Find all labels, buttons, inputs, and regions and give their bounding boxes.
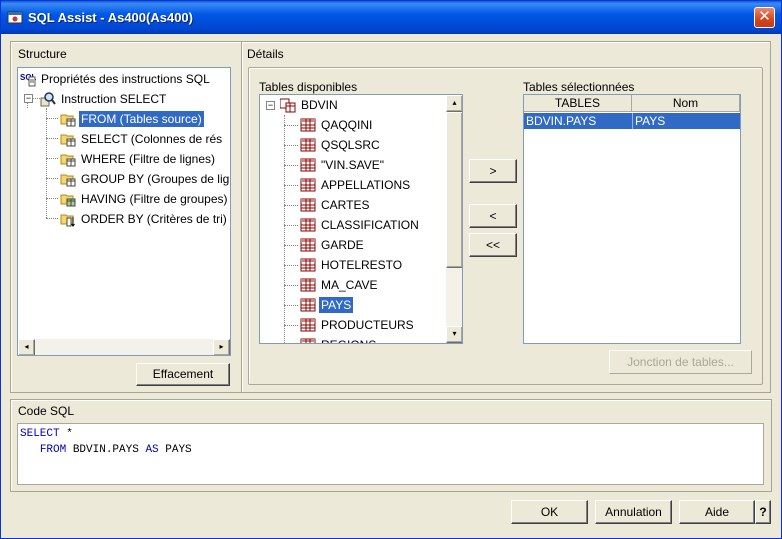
sql-line-1: SELECT * (20, 428, 73, 440)
table-icon (300, 277, 316, 293)
library-node[interactable]: BDVIN (279, 96, 340, 114)
table-item[interactable]: PRODUCTEURS (300, 316, 416, 334)
table-item-label: PAYS (319, 297, 354, 313)
table-item-label: CARTES (321, 198, 370, 212)
table-item[interactable]: PAYS (300, 296, 354, 314)
table-icon (300, 137, 316, 153)
clear-button[interactable]: Effacement (136, 363, 230, 386)
table-item-label: PRODUCTEURS (321, 318, 414, 332)
column-header-name[interactable]: Nom (632, 95, 740, 112)
close-icon: ✕ (758, 8, 771, 25)
table-icon (300, 337, 316, 343)
table-item-label: QSQLSRC (321, 138, 380, 152)
table-item[interactable]: HOTELRESTO (300, 256, 404, 274)
table-item[interactable]: "VIN.SAVE" (300, 156, 386, 174)
join-tables-button[interactable]: Jonction de tables... (609, 350, 752, 374)
sql-code-label: Code SQL (18, 404, 75, 418)
window-title: SQL Assist - As400(As400) (28, 10, 193, 25)
folder-table-icon (60, 131, 76, 147)
remove-all-tables-button[interactable]: << (469, 233, 517, 257)
ok-button[interactable]: OK (511, 500, 588, 524)
table-item[interactable]: CARTES (300, 196, 371, 214)
selected-tables-label: Tables sélectionnées (523, 80, 635, 94)
scroll-left-icon[interactable]: ◂ (18, 339, 35, 355)
collapse-toggle[interactable]: − (24, 94, 33, 103)
table-row[interactable]: BDVIN.PAYS PAYS (524, 113, 740, 129)
folder-table-icon (60, 171, 76, 187)
table-item[interactable]: QAQQINI (300, 116, 374, 134)
table-icon (300, 237, 316, 253)
table-item-label: HOTELRESTO (321, 258, 403, 272)
folder-table-icon (60, 111, 76, 127)
structure-label: Structure (18, 47, 67, 61)
database-icon (279, 97, 296, 113)
details-label: Détails (247, 47, 284, 61)
scroll-right-icon[interactable]: ▸ (213, 339, 230, 355)
table-item[interactable]: REGIONS (300, 336, 378, 343)
table-icon (300, 217, 316, 233)
table-item[interactable]: CLASSIFICATION (300, 216, 421, 234)
folder-sort-icon (60, 211, 76, 227)
folder-table-icon (60, 151, 76, 167)
table-icon (300, 177, 316, 193)
table-icon (300, 257, 316, 273)
folder-table-icon (60, 191, 76, 207)
available-tables-label: Tables disponibles (259, 80, 358, 94)
structure-h-scrollbar[interactable]: ◂ ▸ (18, 339, 230, 355)
scroll-down-icon[interactable]: ▾ (446, 326, 462, 343)
scroll-up-icon[interactable]: ▴ (446, 95, 462, 112)
table-icon (300, 297, 316, 313)
title-bar[interactable]: SQL Assist - As400(As400) ✕ (1, 1, 781, 34)
table-item-label: CLASSIFICATION (321, 218, 419, 232)
tree-item-sql-properties[interactable]: SQL Propriétés des instructions SQL (20, 70, 212, 88)
table-item-label: REGIONS (319, 337, 378, 343)
tree-item-having[interactable]: HAVING (Filtre de groupes) (60, 190, 230, 208)
tree-item-where[interactable]: WHERE (Filtre de lignes) (60, 150, 217, 168)
library-collapse-toggle[interactable]: − (266, 101, 275, 110)
table-icon (300, 117, 316, 133)
table-item-label: MA_CAVE (321, 278, 378, 292)
table-icon (300, 197, 316, 213)
context-help-button[interactable]: ? (755, 500, 771, 524)
table-icon (300, 157, 316, 173)
table-item[interactable]: QSQLSRC (300, 136, 382, 154)
table-item-label: APPELLATIONS (321, 178, 411, 192)
scroll-thumb[interactable] (446, 112, 462, 268)
table-item[interactable]: GARDE (300, 236, 366, 254)
table-item-label: GARDE (321, 238, 364, 252)
column-header-tables[interactable]: TABLES (524, 95, 632, 112)
tree-item-from[interactable]: FROM (Tables source) (60, 110, 204, 128)
app-icon (7, 11, 23, 24)
table-item[interactable]: APPELLATIONS (300, 176, 412, 194)
table-item[interactable]: MA_CAVE (300, 276, 379, 294)
tree-item-select-columns[interactable]: SELECT (Colonnes de rés (60, 130, 224, 148)
tree-item-order-by[interactable]: ORDER BY (Critères de tri) (60, 210, 229, 228)
select-statement-icon (40, 91, 56, 107)
table-item-label: QAQQINI (321, 118, 373, 132)
table-item-label: "VIN.SAVE" (321, 158, 384, 172)
selected-tables-table[interactable]: TABLES Nom BDVIN.PAYS PAYS (523, 94, 741, 344)
cell-table: BDVIN.PAYS (526, 114, 597, 128)
sql-assist-window: SQL Assist - As400(As400) ✕ Structure − … (0, 0, 782, 539)
available-tables-v-scrollbar[interactable]: ▴ ▾ (446, 95, 462, 343)
remove-table-button[interactable]: < (469, 204, 517, 228)
tree-item-group-by[interactable]: GROUP BY (Groupes de lig (60, 170, 230, 188)
cancel-button[interactable]: Annulation (595, 500, 672, 524)
cell-name: PAYS (632, 113, 740, 129)
add-table-button[interactable]: > (469, 159, 517, 183)
structure-tree[interactable]: − SQL Propriétés des instructions SQL In… (17, 67, 231, 356)
tree-item-select-statement[interactable]: Instruction SELECT (40, 90, 168, 108)
close-button[interactable]: ✕ (754, 7, 775, 28)
table-icon (300, 317, 316, 333)
sql-code-area[interactable]: SELECT * FROM BDVIN.PAYS AS PAYS (17, 423, 764, 485)
help-button[interactable]: Aide (679, 500, 755, 524)
sql-properties-icon: SQL (20, 71, 37, 87)
available-tables-tree[interactable]: − BDVIN QAQQINI QSQLSRC "VIN.SAVE" APPELLAT… (259, 94, 463, 344)
sql-line-2: FROM BDVIN.PAYS AS PAYS (39, 444, 192, 456)
